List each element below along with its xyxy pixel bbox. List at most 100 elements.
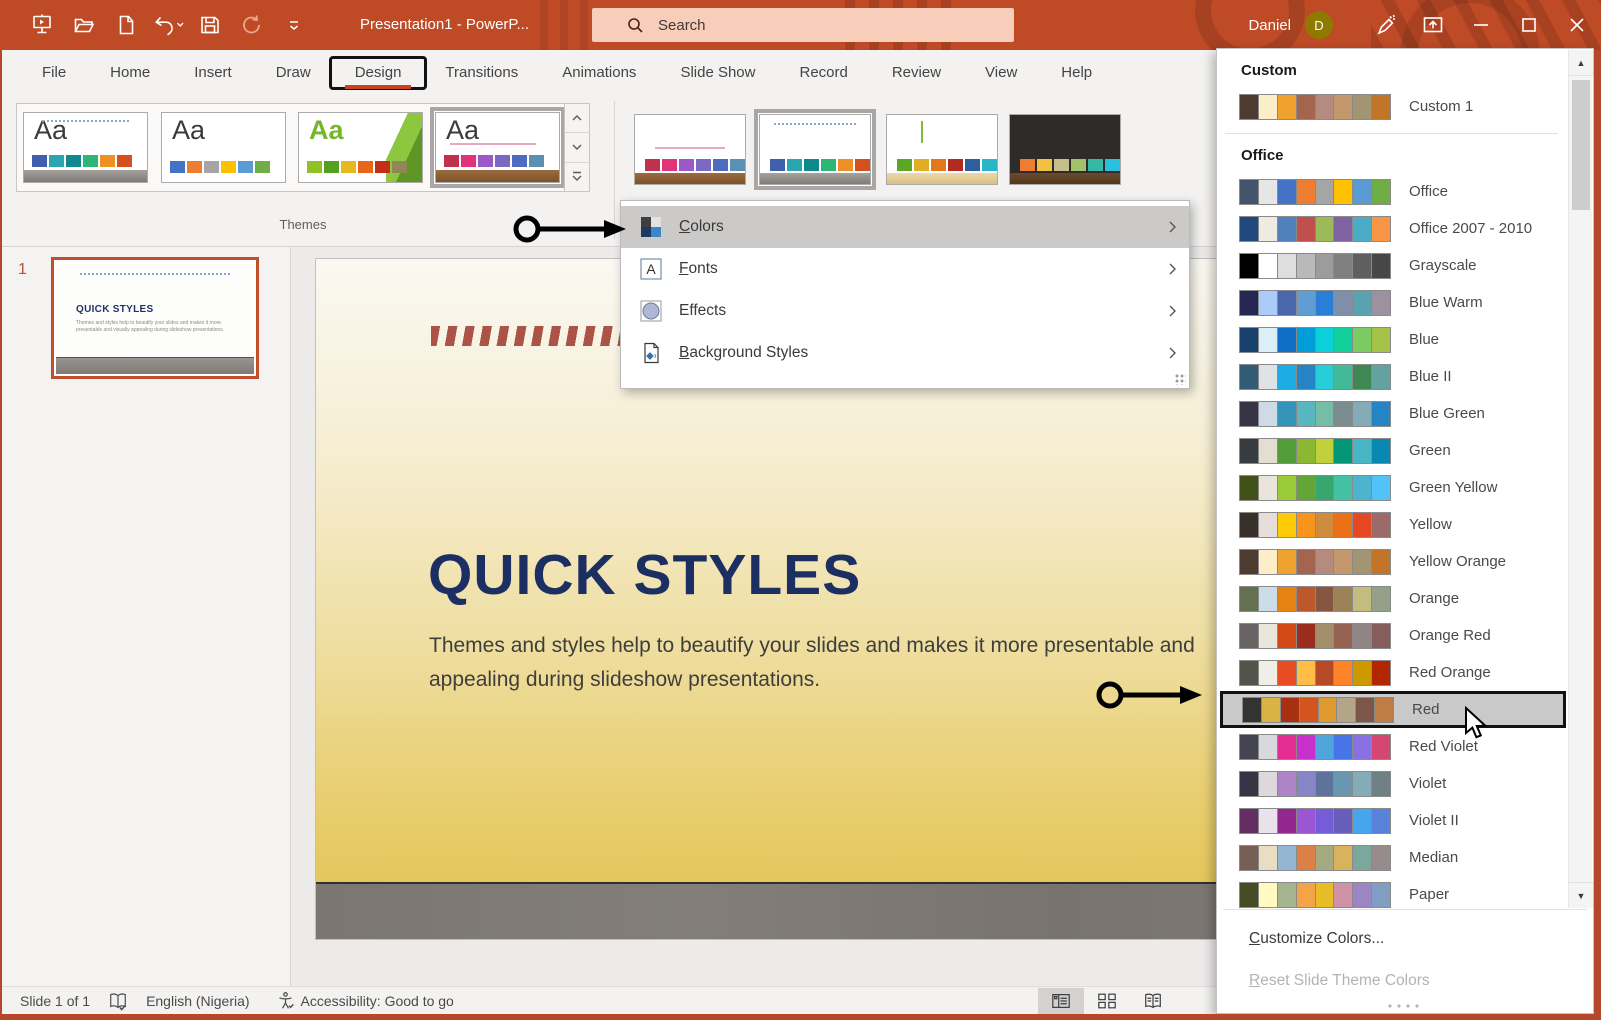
color-theme-orange[interactable]: Orange [1217,580,1566,617]
color-theme-red-violet[interactable]: Red Violet [1217,728,1566,765]
tab-label: Insert [194,64,232,81]
scroll-down-icon[interactable] [565,133,589,162]
slide-counter[interactable]: Slide 1 of 1 [20,993,90,1009]
tab-label: Home [110,64,150,81]
maximize-icon[interactable] [1505,0,1553,50]
tab-home[interactable]: Home [88,50,172,97]
reading-view-icon[interactable] [1130,988,1176,1014]
tab-slide-show[interactable]: Slide Show [658,50,777,97]
menu-item-label: Fonts [679,260,718,278]
color-swatch [982,159,997,171]
theme-thumbnail-4[interactable]: Aa [435,112,560,183]
menu-item-fonts[interactable]: A Fonts [621,248,1189,290]
accessibility-status[interactable]: Accessibility: Good to go [301,993,454,1009]
palette-name: Orange [1409,590,1459,607]
accessibility-person-icon[interactable] [276,991,295,1010]
spellcheck-book-icon[interactable] [108,991,128,1011]
color-theme-median[interactable]: Median [1217,839,1566,876]
customize-qat-icon[interactable] [278,7,310,43]
variant-thumbnail-1[interactable] [634,114,746,185]
user-name[interactable]: Daniel [1248,17,1291,34]
color-theme-green[interactable]: Green [1217,432,1566,469]
scrollbar-thumb[interactable] [1572,80,1590,210]
minimize-icon[interactable] [1457,0,1505,50]
search-icon [626,16,644,34]
flyout-customize-colors[interactable]: Customize Colors... [1217,918,1593,960]
color-theme-violet[interactable]: Violet [1217,765,1566,802]
svg-text:A: A [646,261,656,277]
flyout-resize-grip[interactable] [1388,1004,1422,1008]
theme-thumbnail-1[interactable]: Aa [23,112,148,183]
tab-view[interactable]: View [963,50,1039,97]
search-input[interactable]: Search [592,8,1014,42]
theme-thumbnail-2[interactable]: Aa [161,112,286,183]
close-icon[interactable] [1553,0,1601,50]
save-icon[interactable] [194,7,226,43]
open-icon[interactable] [68,7,100,43]
variant-thumbnail-4[interactable] [1009,114,1121,185]
palette-swatch-strip [1239,660,1391,686]
tab-design[interactable]: Design [333,50,424,97]
scroll-up-icon[interactable] [565,104,589,133]
color-theme-blue-warm[interactable]: Blue Warm [1217,284,1566,321]
language-indicator[interactable]: English (Nigeria) [146,993,249,1009]
redo-icon[interactable] [236,7,268,43]
color-theme-office-2007-2010[interactable]: Office 2007 - 2010 [1217,210,1566,247]
draw-pen-icon[interactable] [1361,0,1409,50]
variant-thumbnail-3[interactable] [886,114,998,185]
color-theme-violet-ii[interactable]: Violet II [1217,802,1566,839]
menu-item-background-styles[interactable]: Background Styles [621,332,1189,374]
flyout-scrollbar[interactable]: ▲ ▼ [1568,50,1592,908]
tab-insert[interactable]: Insert [172,50,254,97]
color-theme-blue[interactable]: Blue [1217,321,1566,358]
menu-item-colors[interactable]: Colors [621,206,1189,248]
scroll-up-icon[interactable]: ▲ [1569,50,1593,76]
color-swatch [358,161,373,173]
quick-access-toolbar [26,0,310,50]
color-theme-yellow-orange[interactable]: Yellow Orange [1217,543,1566,580]
theme-thumbnail-3[interactable]: Aa [298,112,423,183]
avatar[interactable]: D [1305,11,1333,39]
tab-file[interactable]: File [20,50,88,97]
palette-name: Green [1409,442,1451,459]
menu-item-effects[interactable]: Effects [621,290,1189,332]
color-theme-green-yellow[interactable]: Green Yellow [1217,469,1566,506]
color-theme-office[interactable]: Office [1217,173,1566,210]
tab-draw[interactable]: Draw [254,50,333,97]
tab-record[interactable]: Record [777,50,869,97]
start-slideshow-icon[interactable] [26,7,58,43]
new-file-icon[interactable] [110,7,142,43]
palette-name: Office [1409,183,1448,200]
tab-review[interactable]: Review [870,50,963,97]
color-theme-grayscale[interactable]: Grayscale [1217,247,1566,284]
color-theme-blue-green[interactable]: Blue Green [1217,395,1566,432]
color-swatch [1297,587,1315,611]
tab-help[interactable]: Help [1039,50,1114,97]
color-theme-red[interactable]: Red [1220,691,1566,728]
scroll-down-icon[interactable]: ▼ [1569,882,1593,908]
tab-transitions[interactable]: Transitions [423,50,540,97]
themes-gallery: AaAaAaAa [16,103,590,192]
slide-sorter-icon[interactable] [1084,988,1130,1014]
color-theme-blue-ii[interactable]: Blue II [1217,358,1566,395]
color-theme-red-orange[interactable]: Red Orange [1217,654,1566,691]
slide-title-text[interactable]: QUICK STYLES [428,542,861,608]
normal-view-icon[interactable] [1038,988,1084,1014]
palette-name: Blue Warm [1409,294,1483,311]
color-theme-yellow[interactable]: Yellow [1217,506,1566,543]
color-theme-paper[interactable]: Paper [1217,876,1566,913]
color-swatch [1240,809,1258,833]
menu-resize-grip[interactable] [1175,374,1186,385]
undo-icon[interactable] [152,7,184,43]
palette-swatch-strip [1239,290,1391,316]
color-theme-orange-red[interactable]: Orange Red [1217,617,1566,654]
variant-thumbnail-2[interactable] [759,114,871,185]
gallery-more-icon[interactable] [565,163,589,191]
tab-animations[interactable]: Animations [540,50,658,97]
slide-body-text[interactable]: Themes and styles help to beautify your … [429,629,1204,697]
color-theme-custom-1[interactable]: Custom 1 [1217,88,1566,125]
palette-swatch-strip [1239,808,1391,834]
slide-thumbnail[interactable]: QUICK STYLES Themes and styles help to b… [51,257,259,379]
ribbon-display-options-icon[interactable] [1409,0,1457,50]
submenu-chevron-icon [1168,346,1177,365]
